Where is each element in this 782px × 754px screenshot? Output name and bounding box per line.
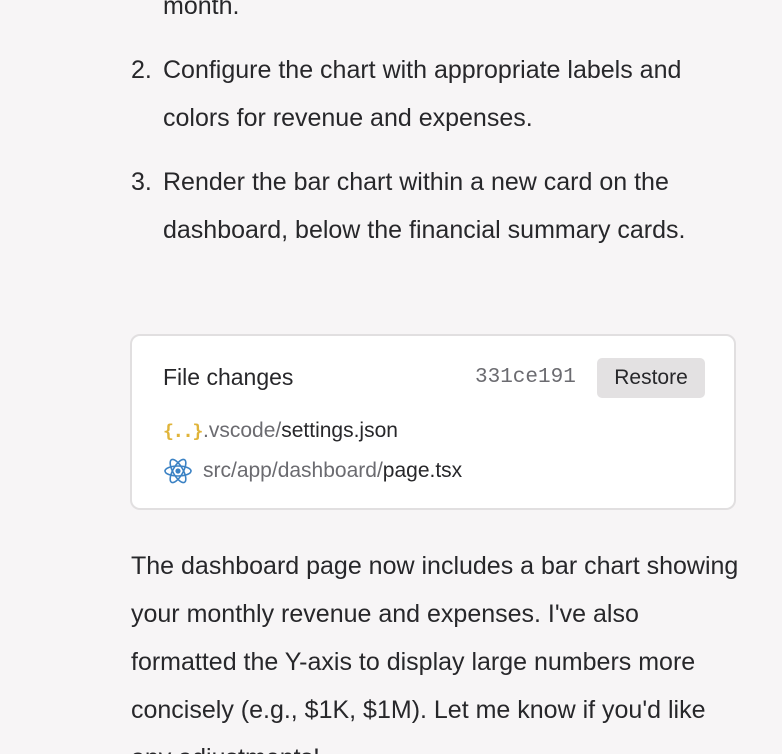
file-changes-card: File changes 331ce191 Restore {..} .vsco… <box>130 334 736 510</box>
file-item-settings-json[interactable]: {..} .vscode/ settings.json <box>163 416 398 446</box>
chat-message: month. 2. Configure the chart with appro… <box>0 0 782 754</box>
step-text: month. <box>163 0 240 20</box>
react-icon <box>163 456 195 486</box>
restore-button[interactable]: Restore <box>597 358 705 398</box>
file-name: page.tsx <box>382 459 463 482</box>
summary-paragraph: The dashboard page now includes a bar ch… <box>131 552 739 754</box>
commit-hash: 331ce191 <box>475 366 576 389</box>
file-changes-title: File changes <box>163 364 294 390</box>
file-name: settings.json <box>281 419 398 442</box>
steps-list: month. 2. Configure the chart with appro… <box>131 0 751 270</box>
json-icon: {..} <box>163 420 203 442</box>
step-number <box>131 0 163 30</box>
list-item: 3. Render the bar chart within a new car… <box>131 158 751 254</box>
step-number: 2. <box>131 56 152 84</box>
list-item: month. <box>131 0 751 30</box>
list-item: 2. Configure the chart with appropriate … <box>131 46 751 142</box>
file-dir: src/app/dashboard/ <box>203 459 383 482</box>
file-item-page-tsx[interactable]: src/app/dashboard/ page.tsx <box>163 456 462 486</box>
step-text: Configure the chart with appropriate lab… <box>163 56 682 132</box>
step-text: Render the bar chart within a new card o… <box>163 168 686 244</box>
file-dir: .vscode/ <box>203 419 282 442</box>
step-number: 3. <box>131 168 152 196</box>
